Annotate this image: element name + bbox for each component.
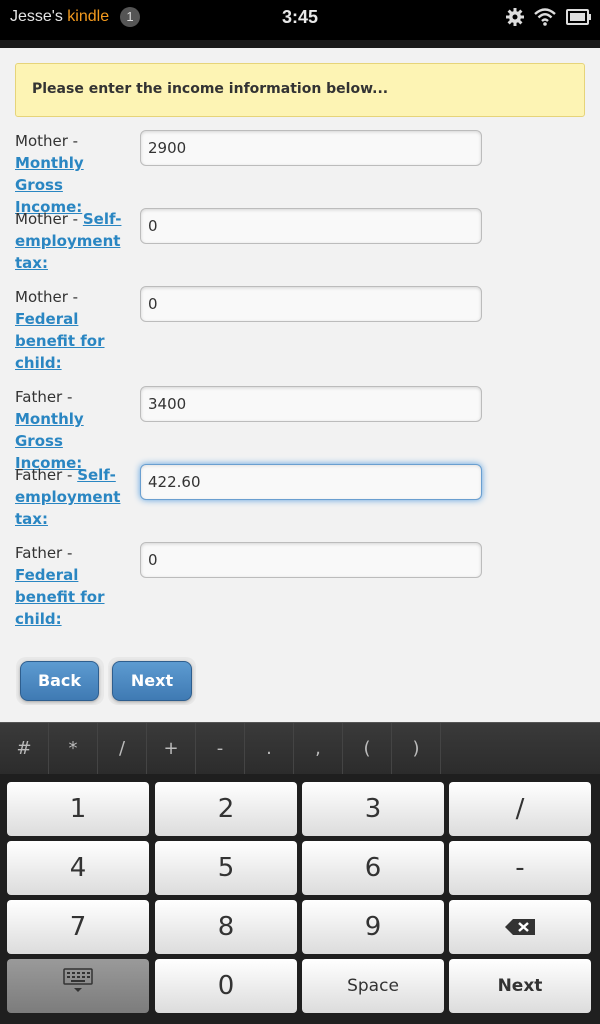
key-next[interactable]: Next — [449, 959, 591, 1013]
father-self-employment-tax-input[interactable] — [140, 464, 482, 500]
father-federal-benefit-link[interactable]: Federal benefit for child: — [15, 566, 105, 628]
key-minus[interactable]: - — [449, 841, 591, 895]
key-2[interactable]: 2 — [155, 782, 297, 836]
key-backspace[interactable] — [449, 900, 591, 954]
field-label: Mother - Monthly Gross Income: — [15, 130, 135, 218]
symbol-key[interactable]: . — [245, 723, 294, 775]
field-label: Mother - Federal benefit for child: — [15, 286, 135, 374]
field-label-prefix: Mother - — [15, 132, 79, 150]
gear-icon[interactable] — [505, 7, 525, 31]
symbol-key[interactable]: / — [98, 723, 147, 775]
key-hide-keyboard[interactable] — [7, 959, 149, 1013]
field-label: Father - Federal benefit for child: — [15, 542, 135, 630]
key-6[interactable]: 6 — [302, 841, 444, 895]
mother-monthly-gross-income-link[interactable]: Monthly Gross Income: — [15, 154, 84, 216]
wifi-icon — [533, 7, 557, 31]
field-label-prefix: Father - — [15, 544, 73, 562]
key-slash[interactable]: / — [449, 782, 591, 836]
key-7[interactable]: 7 — [7, 900, 149, 954]
symbol-key[interactable]: - — [196, 723, 245, 775]
battery-icon — [566, 9, 592, 29]
next-button[interactable]: Next — [112, 661, 192, 701]
symbol-key[interactable]: + — [147, 723, 196, 775]
keyboard-symbol-row: # * / + - . , ( ) — [0, 722, 600, 775]
field-label-prefix: Mother - — [15, 210, 83, 228]
father-monthly-gross-income-input[interactable] — [140, 386, 482, 422]
back-button[interactable]: Back — [20, 661, 99, 701]
key-5[interactable]: 5 — [155, 841, 297, 895]
numeric-keyboard: 1 2 3 / 4 5 6 - 7 8 9 0 Space Next — [0, 774, 600, 1024]
symbol-key[interactable]: # — [0, 723, 49, 775]
symbol-key[interactable]: , — [294, 723, 343, 775]
mother-monthly-gross-income-input[interactable] — [140, 130, 482, 166]
field-label-prefix: Father - — [15, 388, 73, 406]
instruction-text: Please enter the income information belo… — [32, 81, 389, 97]
father-federal-benefit-input[interactable] — [140, 542, 482, 578]
symbol-key[interactable]: * — [49, 723, 98, 775]
key-1[interactable]: 1 — [7, 782, 149, 836]
field-label-prefix: Father - — [15, 466, 78, 484]
field-label-prefix: Mother - — [15, 288, 79, 306]
key-4[interactable]: 4 — [7, 841, 149, 895]
key-0[interactable]: 0 — [155, 959, 297, 1013]
symbol-key[interactable]: ) — [392, 723, 441, 775]
status-bar-divider — [0, 40, 600, 48]
mother-self-employment-tax-input[interactable] — [140, 208, 482, 244]
backspace-icon — [504, 901, 536, 955]
father-monthly-gross-income-link[interactable]: Monthly Gross Income: — [15, 410, 84, 472]
instruction-banner: Please enter the income information belo… — [15, 63, 585, 117]
mother-federal-benefit-link[interactable]: Federal benefit for child: — [15, 310, 105, 372]
key-9[interactable]: 9 — [302, 900, 444, 954]
status-bar: Jesse's kindle 1 3:45 — [0, 0, 600, 40]
mother-federal-benefit-input[interactable] — [140, 286, 482, 322]
field-label: Father - Self-employment tax: — [15, 464, 135, 530]
keyboard-hide-icon — [61, 960, 95, 1014]
field-label: Mother - Self-employment tax: — [15, 208, 135, 274]
field-label: Father - Monthly Gross Income: — [15, 386, 135, 474]
symbol-key[interactable]: ( — [343, 723, 392, 775]
key-8[interactable]: 8 — [155, 900, 297, 954]
key-3[interactable]: 3 — [302, 782, 444, 836]
key-space[interactable]: Space — [302, 959, 444, 1013]
